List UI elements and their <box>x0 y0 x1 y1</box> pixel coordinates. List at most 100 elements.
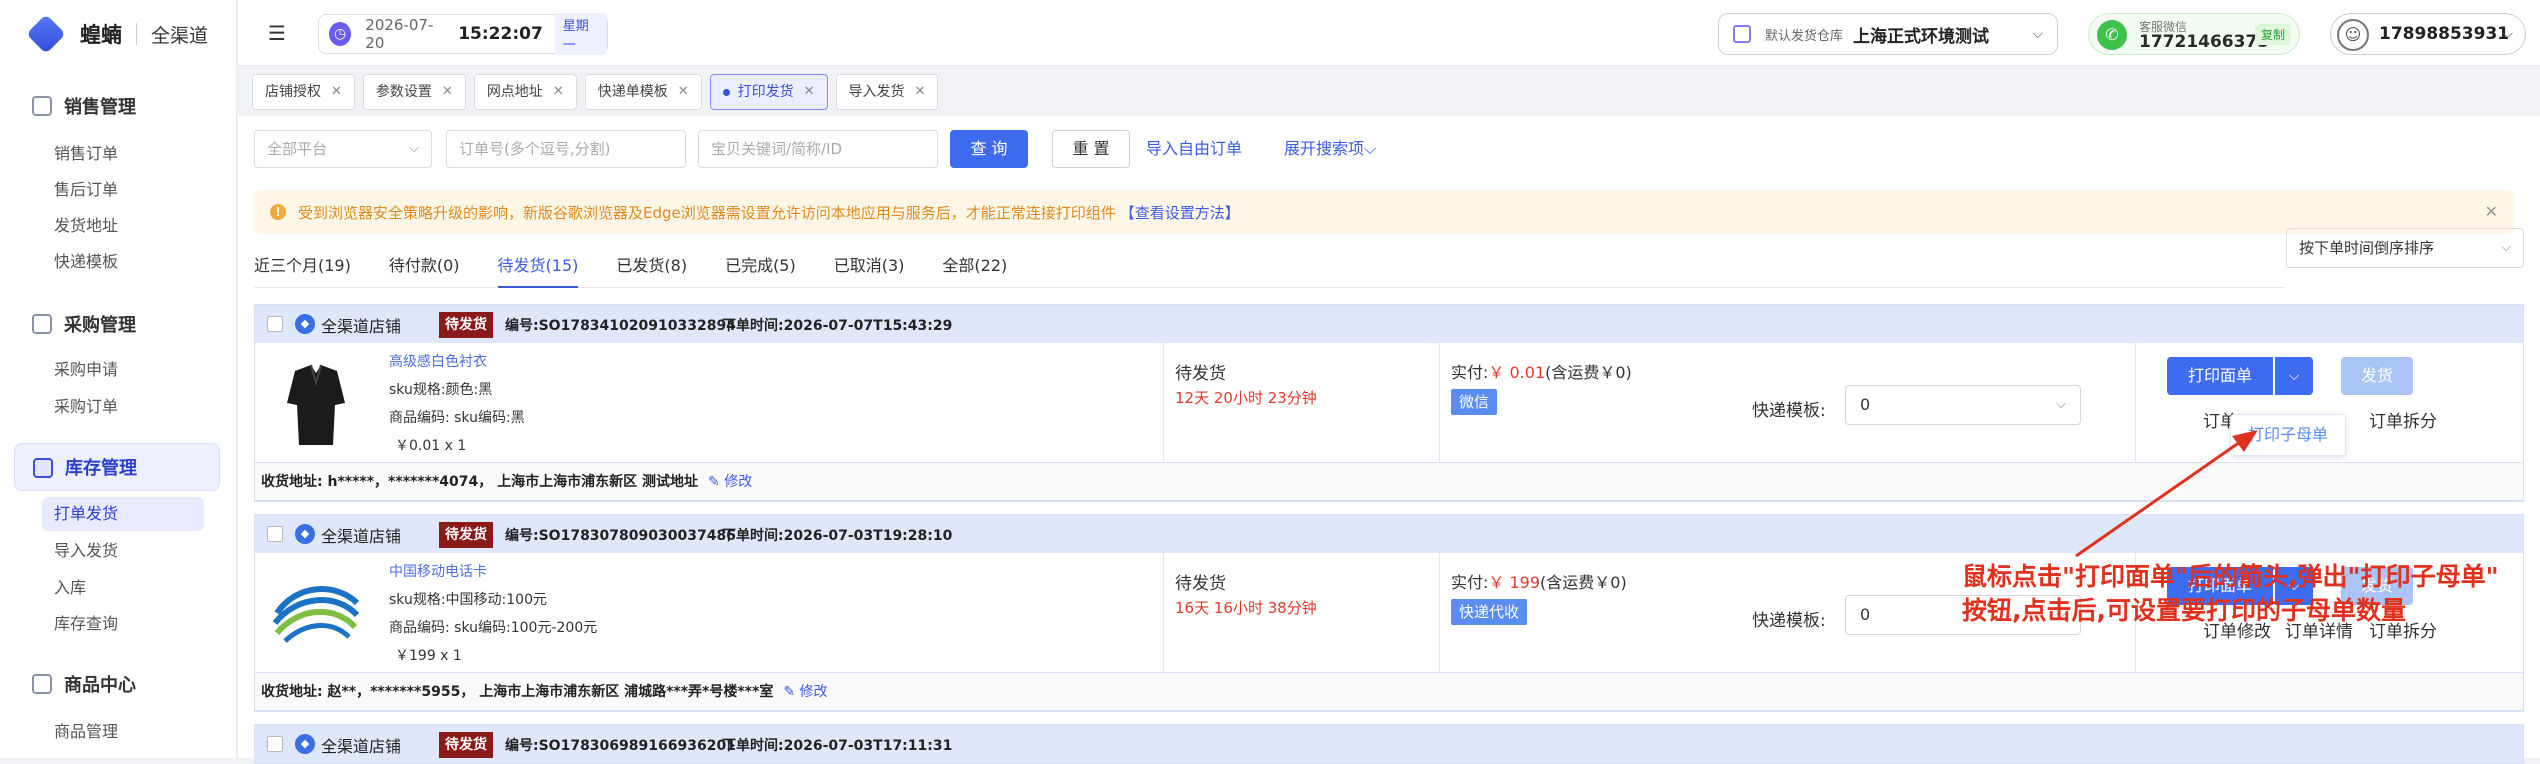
product-keyword-placeholder: 宝贝关键词/简称/ID <box>711 140 843 158</box>
nav-item-purchase-order[interactable]: 采购订单 <box>42 390 204 424</box>
product-keyword-input[interactable]: 宝贝关键词/简称/ID <box>698 130 938 168</box>
tab-label: 导入发货 <box>848 84 905 100</box>
tab-completed[interactable]: 已完成(5) <box>725 244 796 287</box>
paid-amount: 实付:￥ 199(含运费￥0) <box>1451 569 1627 593</box>
tab-cancelled[interactable]: 已取消(3) <box>834 244 905 287</box>
nav-item-stock-in[interactable]: 入库 <box>42 571 204 605</box>
tab-shipped[interactable]: 已发货(8) <box>616 244 687 287</box>
nav-item-print-ship[interactable]: 打单发货 <box>42 497 204 531</box>
shop-name: 全渠道店铺 <box>321 317 402 336</box>
shop-name: 全渠道店铺 <box>321 737 402 756</box>
query-button[interactable]: 查 询 <box>950 130 1028 168</box>
column-divider <box>1163 553 1164 673</box>
order-number: 编号:SO178306989166936201 <box>505 738 736 754</box>
service-wechat: ✆ 客服微信 17721466375 复制 <box>2088 13 2300 55</box>
platform-select[interactable]: 全部平台 ⌵ <box>254 130 432 168</box>
chevron-down-icon: ⌵ <box>2288 368 2300 384</box>
nav-item-sales-orders[interactable]: 销售订单 <box>42 137 204 171</box>
nav-group-sales[interactable]: 销售管理 <box>14 82 220 130</box>
user-menu[interactable]: ☺ 17898853931 ⌵ <box>2330 13 2526 55</box>
chevron-down-icon: ⌵ <box>2502 26 2513 42</box>
warehouse-label: 默认发货仓库 <box>1765 28 1844 44</box>
nav-group-label: 库存管理 <box>65 458 137 479</box>
express-label: 快递模板: <box>1752 401 1826 421</box>
print-sub-master-option[interactable]: 打印子母单 <box>2230 414 2346 456</box>
sort-select[interactable]: 按下单时间倒序排序 ⌵ <box>2286 228 2524 268</box>
shop-name: 全渠道店铺 <box>321 527 402 546</box>
product-name-link[interactable]: 中国移动电话卡 <box>389 561 487 581</box>
nav-group-product[interactable]: 商品中心 <box>14 660 220 708</box>
ship-button[interactable]: 发货 <box>2341 357 2413 395</box>
tab-params[interactable]: 参数设置 ✕ <box>362 74 466 110</box>
paid-amount: 实付:￥ 0.01(含运费￥0) <box>1451 359 1632 383</box>
print-dropdown-button[interactable]: ⌵ <box>2275 357 2313 395</box>
close-icon[interactable]: ✕ <box>331 75 342 109</box>
nav-group-purchase[interactable]: 采购管理 <box>14 300 220 348</box>
order-status-tabs: 近三个月(19) 待付款(0) 待发货(15) 已发货(8) 已完成(5) 已取… <box>254 244 2284 288</box>
ship-status: 待发货 <box>1175 574 1226 594</box>
reset-button[interactable]: 重 置 <box>1052 130 1130 168</box>
annotation-line-1: 鼠标点击"打印面单"后的箭头,弹出"打印子母单" <box>1962 562 2499 591</box>
tab-pending-payment[interactable]: 待付款(0) <box>389 244 460 287</box>
order-no-input[interactable]: 订单号(多个逗号,分割) <box>446 130 686 168</box>
edit-address-link[interactable]: ✎ 修改 <box>783 684 827 700</box>
nav-item-purchase-request[interactable]: 采购申请 <box>42 353 204 387</box>
menu-toggle-icon[interactable]: ☰ <box>268 23 290 43</box>
close-icon[interactable]: ✕ <box>2485 202 2498 221</box>
edit-address-link[interactable]: ✎ 修改 <box>708 474 752 490</box>
tab-outlet-address[interactable]: 网点地址 ✕ <box>473 74 577 110</box>
order-checkbox[interactable] <box>267 736 283 752</box>
order-checkbox[interactable] <box>267 316 283 332</box>
nav-item-after-sales[interactable]: 售后订单 <box>42 173 204 207</box>
close-icon[interactable]: ✕ <box>442 75 453 109</box>
tab-label: 网点地址 <box>486 84 543 100</box>
warehouse-select[interactable]: 默认发货仓库 上海正式环境测试 ⌵ <box>1718 13 2058 55</box>
product-image <box>267 563 365 661</box>
brand-name: 蝗蝻 <box>80 23 122 47</box>
chevron-down-icon: ⌵ <box>2056 397 2066 412</box>
close-icon[interactable]: ✕ <box>553 75 564 109</box>
tab-print-ship[interactable]: 打印发货 ✕ <box>709 74 828 110</box>
close-icon[interactable]: ✕ <box>804 75 815 109</box>
product-name-link[interactable]: 高级感白色衬衣 <box>389 351 487 371</box>
current-date: 2026-07-20 <box>365 16 434 52</box>
product-code: 商品编码: sku编码:黑 <box>389 410 525 426</box>
tab-all[interactable]: 全部(22) <box>942 244 1007 287</box>
close-icon[interactable]: ✕ <box>915 75 926 109</box>
nav-group-label: 采购管理 <box>64 315 136 336</box>
expand-search-label: 展开搜索项 <box>1284 139 1365 158</box>
order-checkbox[interactable] <box>267 526 283 542</box>
copy-button[interactable]: 复制 <box>2255 24 2292 45</box>
tab-pending-ship[interactable]: 待发货(15) <box>497 244 578 288</box>
notice-settings-link[interactable]: 【查看设置方法】 <box>1120 202 1240 223</box>
app-logo[interactable]: 蝗蝻 全渠道 <box>26 14 208 54</box>
product-icon <box>32 674 52 694</box>
nav-group-inventory[interactable]: 库存管理 <box>14 443 220 491</box>
expand-search-link[interactable]: 展开搜索项⌵ <box>1284 130 1376 168</box>
tab-import-ship[interactable]: 导入发货 ✕ <box>835 74 939 110</box>
nav-item-ship-address[interactable]: 发货地址 <box>42 209 204 243</box>
inventory-icon <box>33 458 53 478</box>
nav-item-stock-query[interactable]: 库存查询 <box>42 607 204 641</box>
express-template-select[interactable]: 0 ⌵ <box>1845 385 2081 425</box>
address-text: 收货地址: h*****，*******4074， 上海市上海市浦东新区 测试地… <box>261 474 699 490</box>
print-waybill-button[interactable]: 打印面单 <box>2167 357 2273 395</box>
nav-item-express-template[interactable]: 快递模板 <box>42 245 204 279</box>
tab-waybill-template[interactable]: 快递单模板 ✕ <box>584 74 702 110</box>
paid-suffix: (含运费￥0) <box>1545 363 1632 382</box>
import-free-order-link[interactable]: 导入自由订单 <box>1146 130 1242 168</box>
tab-last-three-months[interactable]: 近三个月(19) <box>254 244 351 287</box>
nav-item-product-manage[interactable]: 商品管理 <box>42 715 204 749</box>
close-icon[interactable]: ✕ <box>678 75 689 109</box>
order-card: ◆ 全渠道店铺 待发货 编号:SO178306989166936201 下单时间… <box>254 724 2524 764</box>
tab-label: 店铺授权 <box>265 84 321 100</box>
tab-shop-auth[interactable]: 店铺授权 ✕ <box>252 74 355 110</box>
order-split-link[interactable]: 订单拆分 <box>2369 407 2437 432</box>
nav-item-import-ship[interactable]: 导入发货 <box>42 534 204 568</box>
tab-label: 参数设置 <box>375 84 432 100</box>
express-label: 快递模板: <box>1752 611 1826 631</box>
address-text: 收货地址: 赵**，*******5955， 上海市上海市浦东新区 浦城路***… <box>261 684 774 700</box>
order-header: ◆ 全渠道店铺 待发货 编号:SO178307809030037486 下单时间… <box>255 515 2523 553</box>
edit-label: 修改 <box>724 474 753 490</box>
notice-text: 受到浏览器安全策略升级的影响，新版谷歌浏览器及Edge浏览器需设置允许访问本地应… <box>298 203 1116 222</box>
